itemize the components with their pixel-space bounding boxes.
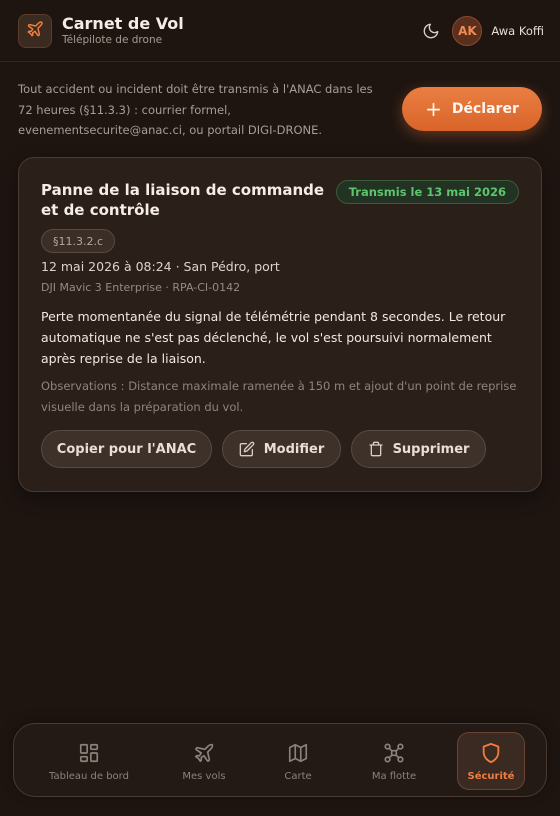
map-icon <box>286 741 310 765</box>
edit-label: Modifier <box>263 441 325 457</box>
plane-icon <box>26 20 44 42</box>
incident-description: Perte momentanée du signal de télémétrie… <box>41 309 506 366</box>
incident-card: Panne de la liaison de commande et de co… <box>18 157 542 492</box>
nav-item-security[interactable]: Sécurité <box>457 732 525 790</box>
edit-icon <box>239 441 255 457</box>
declare-label: Déclarer <box>451 101 519 117</box>
copy-label: Copier pour l'ANAC <box>56 441 197 457</box>
header-actions: AK Awa Koffi <box>420 15 544 46</box>
avatar[interactable]: AK <box>452 15 483 46</box>
nav-label-security: Sécurité <box>467 770 515 782</box>
incident-date-location: 12 mai 2026 à 08:24 · San Pédro, port <box>41 259 280 274</box>
regulation-reference: §11.3.2.c <box>41 229 116 253</box>
nav-item-fleet[interactable]: Ma flotte <box>354 732 434 790</box>
incident-actions: Copier pour l'ANAC Modifier Supprimer <box>41 430 496 468</box>
app-title: Carnet de Vol <box>62 14 184 33</box>
app-subtitle: Télépilote de drone <box>62 34 163 46</box>
moon-icon[interactable] <box>420 20 442 42</box>
plane-icon <box>192 741 216 765</box>
nav-label-map: Carte <box>284 770 312 782</box>
delete-label: Supprimer <box>392 441 470 457</box>
copy-for-anac-button[interactable]: Copier pour l'ANAC <box>41 430 212 468</box>
nav-label-fleet: Ma flotte <box>371 770 417 782</box>
incident-observations: Observations : Distance maximale ramenée… <box>41 379 517 414</box>
app-logo[interactable] <box>18 13 52 48</box>
delete-button[interactable]: Supprimer <box>351 430 486 468</box>
shield-icon <box>479 741 503 765</box>
brand: Carnet de Vol Télépilote de drone <box>62 14 184 47</box>
status-badge: Transmis le 13 mai 2026 <box>335 180 519 204</box>
nav-item-dashboard[interactable]: Tableau de bord <box>34 732 144 790</box>
nav-item-flights[interactable]: Mes vols <box>164 732 244 790</box>
app-header: Carnet de Vol Télépilote de drone AK Awa… <box>0 0 560 62</box>
dashboard-icon <box>77 741 101 765</box>
nav-label-flights: Mes vols <box>182 770 226 782</box>
user-name[interactable]: Awa Koffi <box>491 24 544 38</box>
trash-icon <box>368 441 384 457</box>
nav-label-dashboard: Tableau de bord <box>49 770 129 782</box>
incident-aircraft: DJI Mavic 3 Enterprise · RPA-CI-0142 <box>41 281 241 294</box>
reporting-notice: Tout accident ou incident doit être tran… <box>18 82 373 137</box>
bottom-navigation: Tableau de bord Mes vols Carte Ma flotte… <box>13 723 547 797</box>
plus-icon: + <box>425 97 442 121</box>
nav-item-map[interactable]: Carte <box>259 732 337 790</box>
incident-title: Panne de la liaison de commande et de co… <box>41 181 325 219</box>
drone-icon <box>382 741 406 765</box>
declare-button[interactable]: + Déclarer <box>402 87 542 131</box>
edit-button[interactable]: Modifier <box>222 430 341 468</box>
